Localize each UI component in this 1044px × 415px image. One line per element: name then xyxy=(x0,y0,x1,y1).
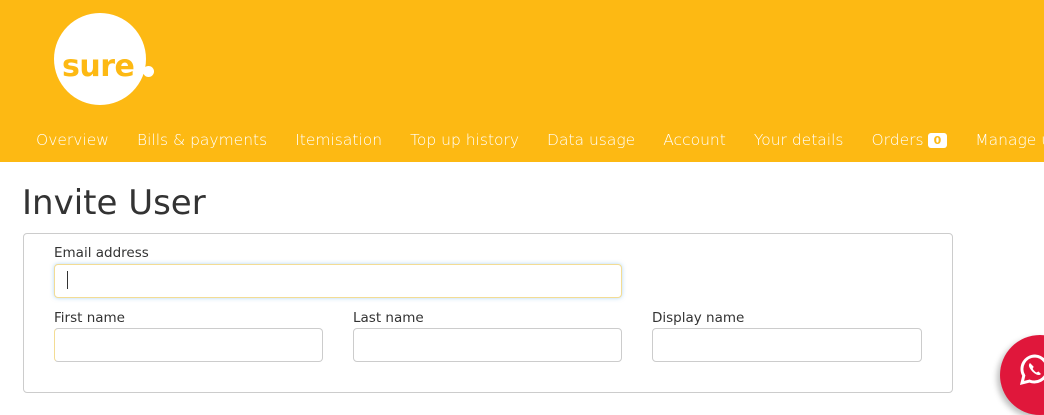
email-label: Email address xyxy=(54,245,149,261)
header: sure Overview Bills & payments Itemisati… xyxy=(0,0,1044,162)
orders-count-badge: 0 xyxy=(927,132,948,148)
nav-overview[interactable]: Overview xyxy=(22,131,123,149)
nav-orders-label: Orders xyxy=(871,131,924,149)
display-name-input[interactable] xyxy=(652,328,922,362)
last-name-input[interactable] xyxy=(353,328,622,362)
nav-orders[interactable]: Orders 0 xyxy=(857,131,961,149)
main-nav: Overview Bills & payments Itemisation To… xyxy=(22,131,1044,149)
sure-logo[interactable]: sure xyxy=(54,13,146,105)
page-title: Invite User xyxy=(22,183,206,223)
nav-your-details[interactable]: Your details xyxy=(740,131,858,149)
first-name-input[interactable] xyxy=(54,328,323,362)
nav-account[interactable]: Account xyxy=(649,131,740,149)
nav-top-up-history[interactable]: Top up history xyxy=(396,131,533,149)
logo-text: sure xyxy=(62,49,135,84)
whatsapp-chat-button[interactable] xyxy=(1000,335,1044,415)
nav-manage-users[interactable]: Manage users xyxy=(961,131,1044,149)
nav-itemisation[interactable]: Itemisation xyxy=(281,131,396,149)
text-cursor xyxy=(67,271,68,289)
nav-bills-payments[interactable]: Bills & payments xyxy=(123,131,281,149)
invite-user-form xyxy=(23,233,953,393)
whatsapp-icon xyxy=(1019,354,1044,386)
logo-dot xyxy=(143,66,154,77)
last-name-label: Last name xyxy=(353,310,424,326)
email-input[interactable] xyxy=(54,264,622,298)
display-name-label: Display name xyxy=(652,310,745,326)
nav-data-usage[interactable]: Data usage xyxy=(533,131,649,149)
first-name-label: First name xyxy=(54,310,125,326)
